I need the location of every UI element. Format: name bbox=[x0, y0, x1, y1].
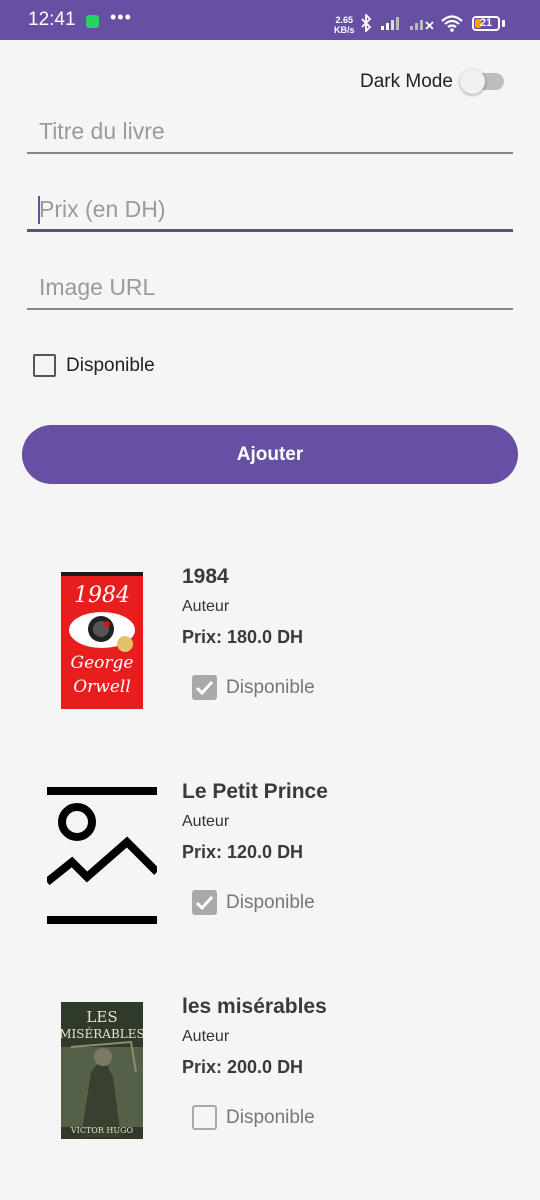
book-available-label: Disponible bbox=[226, 1107, 315, 1128]
whatsapp-icon bbox=[86, 15, 99, 28]
book-available-checkbox[interactable] bbox=[192, 890, 217, 915]
svg-text:Orwell: Orwell bbox=[73, 677, 131, 697]
book-title: les misérables bbox=[182, 995, 327, 1018]
book-cover-les-miserables: LES MISÉRABLES VICTOR HUGO bbox=[61, 1002, 143, 1139]
signal-icon bbox=[381, 17, 399, 30]
bluetooth-icon bbox=[361, 14, 372, 32]
list-item[interactable]: LES MISÉRABLES VICTOR HUGO les misérable… bbox=[0, 990, 540, 1160]
wifi-icon bbox=[441, 15, 463, 32]
list-item[interactable]: 1984 George Orwell 1984 Auteur Prix: 180… bbox=[0, 560, 540, 730]
svg-text:LES: LES bbox=[86, 1008, 117, 1026]
book-author: Auteur bbox=[182, 813, 230, 830]
book-title: Le Petit Prince bbox=[182, 780, 328, 803]
svg-text:1984: 1984 bbox=[74, 583, 130, 608]
network-speed: 2.65 KB/s bbox=[334, 15, 355, 35]
book-author: Auteur bbox=[182, 598, 230, 615]
check-icon bbox=[195, 680, 214, 696]
svg-text:MISÉRABLES: MISÉRABLES bbox=[61, 1026, 143, 1041]
book-price: Prix: 120.0 DH bbox=[182, 842, 304, 862]
list-item[interactable]: Le Petit Prince Auteur Prix: 120.0 DH Di… bbox=[0, 775, 540, 945]
image-placeholder-icon bbox=[47, 787, 157, 924]
battery-nub bbox=[502, 20, 505, 27]
price-field[interactable] bbox=[27, 186, 513, 232]
check-icon bbox=[195, 895, 214, 911]
battery-icon: 21 bbox=[472, 16, 500, 31]
book-available-checkbox[interactable] bbox=[192, 1105, 217, 1130]
switch-thumb bbox=[460, 69, 485, 94]
price-underline bbox=[27, 229, 513, 232]
available-label: Disponible bbox=[66, 355, 155, 376]
image-url-underline bbox=[27, 308, 513, 310]
svg-text:George: George bbox=[71, 653, 134, 673]
status-time: 12:41 bbox=[28, 9, 76, 30]
book-price: Prix: 180.0 DH bbox=[182, 627, 304, 647]
image-url-input[interactable] bbox=[27, 264, 513, 310]
book-price: Prix: 200.0 DH bbox=[182, 1057, 304, 1077]
price-input[interactable] bbox=[27, 186, 513, 232]
dark-mode-label: Dark Mode bbox=[360, 71, 453, 92]
more-notifications-icon: ••• bbox=[110, 7, 132, 27]
book-available-label: Disponible bbox=[226, 677, 315, 698]
book-cover-1984: 1984 George Orwell bbox=[61, 572, 143, 709]
image-url-field[interactable] bbox=[27, 264, 513, 310]
book-available-label: Disponible bbox=[226, 892, 315, 913]
title-underline bbox=[27, 152, 513, 154]
title-input[interactable] bbox=[27, 108, 513, 154]
svg-text:VICTOR HUGO: VICTOR HUGO bbox=[70, 1126, 134, 1135]
book-title: 1984 bbox=[182, 565, 229, 588]
book-available-checkbox[interactable] bbox=[192, 675, 217, 700]
title-field[interactable] bbox=[27, 108, 513, 154]
text-cursor bbox=[38, 196, 40, 224]
status-bar: 12:41 ••• 2.65 KB/s 21 bbox=[0, 0, 540, 40]
dark-mode-switch[interactable] bbox=[460, 69, 504, 95]
add-button[interactable]: Ajouter bbox=[22, 425, 518, 484]
signal-no-service-icon bbox=[410, 20, 434, 30]
available-checkbox[interactable] bbox=[33, 354, 56, 377]
battery-percentage: 21 bbox=[479, 17, 493, 29]
book-author: Auteur bbox=[182, 1028, 230, 1045]
